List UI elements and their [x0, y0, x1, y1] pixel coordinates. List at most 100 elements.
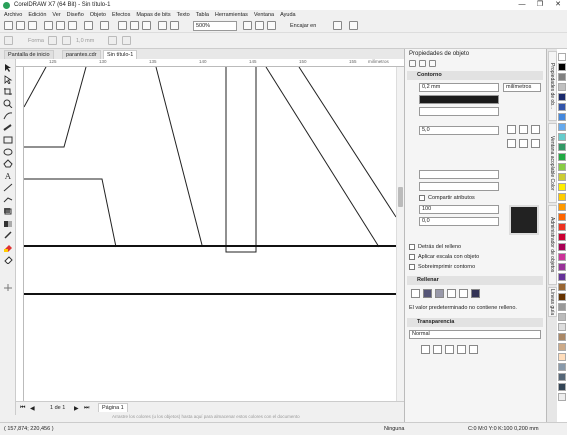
color-swatch[interactable] [558, 343, 566, 351]
snap-options-icon[interactable] [333, 21, 342, 30]
close-button[interactable]: ✕ [549, 0, 567, 10]
calligraphic-nib-preview[interactable] [509, 205, 539, 235]
pick-tool-icon[interactable] [3, 63, 13, 72]
uniform-transparency-icon[interactable] [433, 345, 442, 354]
scroll-thumb[interactable] [398, 187, 403, 207]
export-icon[interactable] [142, 21, 151, 30]
vector-pattern-fill-icon[interactable] [447, 289, 456, 298]
color-swatch[interactable] [558, 253, 566, 261]
color-swatch[interactable] [558, 193, 566, 201]
outline-width-select[interactable]: 0,2 mm [419, 83, 499, 92]
fountain-fill-icon[interactable] [435, 289, 444, 298]
connector-tool-icon[interactable] [3, 195, 13, 204]
color-swatch[interactable] [558, 183, 566, 191]
crop-tool-icon[interactable] [3, 87, 13, 96]
uniform-fill-icon[interactable] [423, 289, 432, 298]
copy-icon[interactable] [56, 21, 65, 30]
arrow-end-icon[interactable] [122, 36, 131, 45]
cap-round-icon[interactable] [519, 139, 528, 148]
outline-props-icon[interactable] [409, 60, 416, 67]
outline-section-header[interactable]: Contorno [407, 71, 543, 80]
line-style-select[interactable] [419, 107, 499, 116]
behind-fill-checkbox[interactable] [409, 244, 415, 250]
minimize-button[interactable]: — [513, 0, 531, 10]
new-document-icon[interactable] [4, 21, 13, 30]
options-icon[interactable] [349, 21, 358, 30]
miter-limit-field[interactable]: 5,0 [419, 126, 499, 135]
color-swatch[interactable] [558, 213, 566, 221]
open-icon[interactable] [16, 21, 25, 30]
rectangle-tool-icon[interactable] [3, 135, 13, 144]
menu-ventana[interactable]: Ventana [254, 12, 274, 18]
artistic-media-tool-icon[interactable] [3, 123, 13, 132]
page-tab[interactable]: Página 1 [98, 403, 128, 412]
color-swatch[interactable] [558, 73, 566, 81]
color-swatch[interactable] [558, 313, 566, 321]
grid-icon[interactable] [267, 21, 276, 30]
corner-bevel-icon[interactable] [531, 125, 540, 134]
fill-props-icon[interactable] [419, 60, 426, 67]
no-transparency-icon[interactable] [421, 345, 430, 354]
tab-color-docker[interactable]: Ventana acoplable Color [548, 123, 557, 203]
outline-status[interactable]: C:0 M:0 Y:0 K:100 0,200 mm [468, 426, 539, 432]
application-launcher-icon[interactable] [158, 21, 167, 30]
transparency-section-header[interactable]: Transparencia [407, 318, 543, 327]
text-tool-icon[interactable]: A [3, 171, 13, 180]
freehand-tool-icon[interactable] [3, 111, 13, 120]
outline-width-field[interactable]: 1,0 mm [76, 38, 94, 44]
hairline-icon[interactable] [62, 36, 71, 45]
drop-shadow-tool-icon[interactable] [3, 207, 13, 216]
bitmap-transparency-icon[interactable] [469, 345, 478, 354]
color-swatch[interactable] [558, 293, 566, 301]
cut-icon[interactable] [44, 21, 53, 30]
end-arrow-select[interactable] [419, 182, 499, 191]
import-icon[interactable] [130, 21, 139, 30]
redo-icon[interactable] [100, 21, 109, 30]
tab-untitled-1[interactable]: Sin título-1 [103, 50, 138, 59]
cap-square-icon[interactable] [507, 139, 516, 148]
zoom-tool-icon[interactable] [3, 99, 13, 108]
vertical-ruler[interactable] [16, 67, 24, 401]
transparency-tool-icon[interactable] [3, 219, 13, 228]
color-swatch[interactable] [558, 323, 566, 331]
start-arrow-select[interactable] [419, 170, 499, 179]
color-swatch[interactable] [558, 223, 566, 231]
fill-status[interactable]: Ninguna [384, 426, 405, 432]
ellipse-tool-icon[interactable] [3, 147, 13, 156]
parallel-dimension-tool-icon[interactable] [3, 183, 13, 192]
color-swatch[interactable] [558, 203, 566, 211]
color-swatch[interactable] [558, 123, 566, 131]
vector-transparency-icon[interactable] [457, 345, 466, 354]
tab-start-screen[interactable]: Pantalla de inicio [4, 50, 54, 59]
last-page-icon[interactable]: ⏭ [84, 405, 89, 412]
color-swatch[interactable] [558, 363, 566, 371]
color-swatch[interactable] [558, 393, 566, 401]
polygon-tool-icon[interactable] [3, 159, 13, 168]
shape-preset-icon[interactable] [4, 36, 13, 45]
outline-color-swatch[interactable] [419, 95, 499, 104]
menu-mapas-de-bits[interactable]: Mapas de bits [136, 12, 170, 18]
color-swatch[interactable] [558, 353, 566, 361]
scale-with-object-checkbox[interactable] [409, 254, 415, 260]
color-swatch[interactable] [558, 283, 566, 291]
arrow-start-icon[interactable] [108, 36, 117, 45]
eyedropper-tool-icon[interactable] [3, 231, 13, 240]
vertical-scrollbar[interactable] [396, 67, 404, 401]
smart-fill-tool-icon[interactable] [3, 255, 13, 264]
color-swatch[interactable] [558, 163, 566, 171]
tab-object-manager[interactable]: Administrador de objetos [548, 205, 557, 285]
color-swatch[interactable] [558, 53, 566, 61]
menu-texto[interactable]: Texto [177, 12, 190, 18]
color-swatch[interactable] [558, 133, 566, 141]
transparency-props-icon[interactable] [429, 60, 436, 67]
bitmap-pattern-fill-icon[interactable] [459, 289, 468, 298]
color-swatch[interactable] [558, 383, 566, 391]
color-swatch[interactable] [558, 83, 566, 91]
outline-units-select[interactable]: milímetros [503, 83, 541, 92]
undo-icon[interactable] [84, 21, 93, 30]
first-page-icon[interactable]: ⏮ [20, 405, 25, 412]
next-page-icon[interactable]: ▶ [74, 405, 79, 412]
menu-archivo[interactable]: Archivo [4, 12, 22, 18]
overprint-outline-checkbox[interactable] [409, 264, 415, 270]
interactive-fill-tool-icon[interactable] [3, 243, 13, 252]
